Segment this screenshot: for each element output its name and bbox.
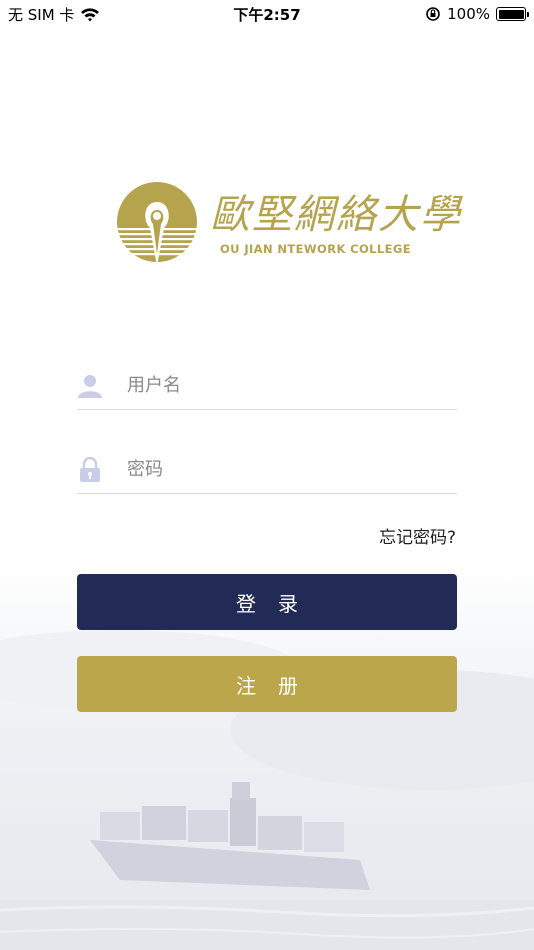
wifi-icon — [81, 7, 100, 21]
logo-chinese-name: 歐堅網絡大學 — [210, 192, 462, 238]
login-screen: 无 SIM 卡 下午2:57 100% 歐堅網絡大學 OU JIAN NTEWO… — [0, 0, 534, 950]
orientation-lock-icon — [426, 7, 440, 21]
battery-percent: 100% — [447, 5, 490, 23]
status-bar: 无 SIM 卡 下午2:57 100% — [0, 0, 534, 28]
logo-emblem-icon — [114, 182, 200, 266]
password-input[interactable] — [127, 454, 447, 484]
college-logo: 歐堅網絡大學 OU JIAN NTEWORK COLLEGE — [110, 180, 460, 270]
password-field — [77, 444, 457, 494]
logo-english-name: OU JIAN NTEWORK COLLEGE — [220, 242, 411, 256]
username-input[interactable] — [127, 370, 447, 400]
username-field — [77, 360, 457, 410]
carrier-label: 无 SIM 卡 — [8, 5, 75, 24]
battery-icon — [496, 7, 529, 21]
register-button[interactable]: 注册 — [77, 656, 457, 712]
login-button[interactable]: 登录 — [77, 574, 457, 630]
user-icon — [78, 375, 102, 398]
forgot-password-link[interactable]: 忘记密码? — [379, 523, 456, 548]
lock-icon — [80, 457, 100, 482]
